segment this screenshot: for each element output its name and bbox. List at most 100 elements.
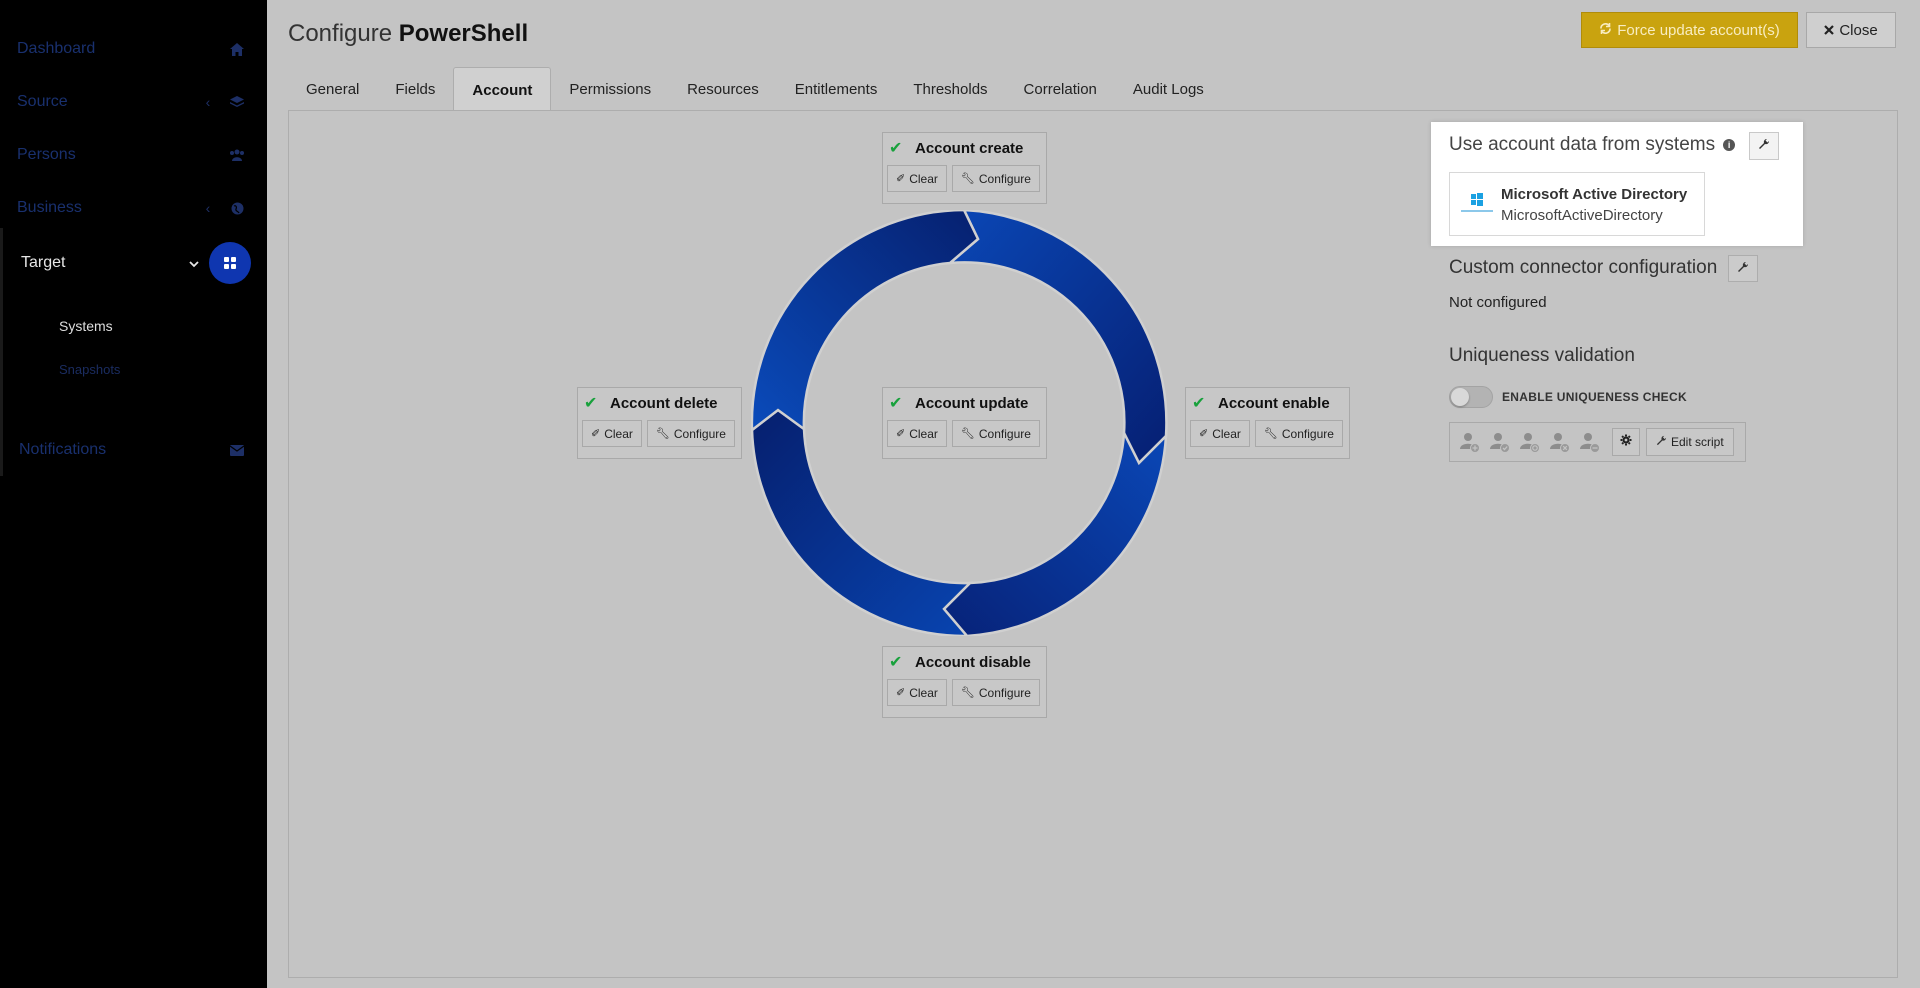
wrench-icon: 🔧︎ — [960, 173, 975, 185]
account-data-title-text: Use account data from systems — [1449, 134, 1716, 155]
configure-button[interactable]: 🔧︎ Configure — [1254, 420, 1343, 447]
tab-account[interactable]: Account — [453, 67, 552, 111]
account-data-configure-button[interactable] — [1749, 132, 1779, 160]
edit-script-button[interactable]: Edit script — [1646, 428, 1734, 456]
sidebar-item-dashboard[interactable]: Dashboard — [17, 29, 251, 69]
tab-resources[interactable]: Resources — [669, 67, 777, 110]
configure-label: Configure — [978, 685, 1031, 700]
user-check-icon[interactable] — [1488, 430, 1512, 454]
globe-icon — [223, 202, 251, 215]
sidebar-item-label: Dashboard — [17, 40, 96, 57]
sidebar-item-label: Source — [17, 93, 68, 110]
wrench-icon: 🔧︎ — [1263, 428, 1278, 440]
uniqueness-toggle[interactable] — [1449, 386, 1493, 408]
custom-connector-status: Not configured — [1449, 294, 1547, 311]
tab-bar: General Fields Account Permissions Resou… — [288, 67, 1222, 111]
check-icon: ✔ — [1192, 395, 1206, 412]
sidebar-item-label: Target — [21, 254, 66, 271]
page-title: Configure PowerShell — [288, 20, 528, 48]
force-update-button[interactable]: Force update account(s) — [1581, 12, 1798, 48]
sidebar-item-target[interactable]: Target — [21, 241, 251, 285]
chevron-left-icon: ‹ — [205, 94, 211, 110]
eraser-icon: ✐ — [896, 173, 906, 185]
uniqueness-toggle-label: ENABLE UNIQUENESS CHECK — [1502, 390, 1687, 404]
clear-label: Clear — [909, 171, 938, 186]
uniqueness-title: Uniqueness validation — [1449, 345, 1635, 366]
step-account-delete: ✔ Account delete ✐ Clear 🔧︎ Configure — [577, 387, 742, 459]
sidebar-item-label: Business — [17, 199, 82, 216]
configure-label: Configure — [1281, 426, 1334, 441]
system-name: Microsoft Active Directory — [1501, 186, 1688, 203]
clear-label: Clear — [909, 685, 938, 700]
info-icon[interactable]: i — [1723, 139, 1736, 151]
tab-entitlements[interactable]: Entitlements — [777, 67, 896, 110]
check-icon: ✔ — [889, 395, 903, 412]
page-title-name: PowerShell — [398, 20, 529, 47]
user-sync-icon[interactable] — [1518, 430, 1542, 454]
wrench-icon — [1656, 435, 1667, 449]
edit-script-label: Edit script — [1671, 435, 1724, 449]
refresh-icon — [1599, 22, 1612, 39]
grid-icon — [209, 242, 251, 284]
sidebar-item-label: Persons — [17, 146, 76, 163]
target-indicator — [0, 228, 3, 476]
configure-button[interactable]: 🔧︎ Configure — [646, 420, 735, 447]
sidebar-item-persons[interactable]: Persons — [17, 135, 251, 175]
wrench-icon — [1758, 137, 1770, 155]
tab-permissions[interactable]: Permissions — [551, 67, 669, 110]
configure-button[interactable]: 🔧︎ Configure — [951, 165, 1040, 192]
step-title: Account delete — [610, 394, 718, 412]
sidebar-item-notifications[interactable]: Notifications — [19, 430, 251, 470]
sidebar-item-business[interactable]: Business ‹ — [17, 188, 251, 228]
layers-icon — [223, 95, 251, 109]
toggle-knob — [1451, 388, 1469, 406]
wrench-icon: 🔧︎ — [960, 428, 975, 440]
configure-label: Configure — [673, 426, 726, 441]
close-label: Close — [1839, 21, 1878, 39]
check-icon: ✔ — [889, 140, 903, 157]
tab-thresholds[interactable]: Thresholds — [895, 67, 1005, 110]
main-content: Configure PowerShell Force update accoun… — [267, 0, 1920, 988]
settings-button[interactable] — [1612, 428, 1640, 456]
configure-label: Configure — [978, 171, 1031, 186]
user-add-icon[interactable] — [1458, 430, 1482, 454]
close-button[interactable]: Close — [1806, 12, 1896, 48]
user-remove-icon[interactable] — [1548, 430, 1572, 454]
clear-button[interactable]: ✐ Clear — [887, 679, 947, 706]
check-icon: ✔ — [889, 654, 903, 671]
clear-label: Clear — [909, 426, 938, 441]
sidebar-subitem-systems[interactable]: Systems — [59, 318, 113, 334]
user-minus-icon[interactable] — [1578, 430, 1602, 454]
clear-button[interactable]: ✐ Clear — [582, 420, 642, 447]
step-title: Account create — [915, 139, 1024, 157]
step-title: Account disable — [915, 653, 1031, 671]
eraser-icon: ✐ — [896, 687, 906, 699]
clear-label: Clear — [604, 426, 633, 441]
eraser-icon: ✐ — [896, 428, 906, 440]
clear-button[interactable]: ✐ Clear — [1190, 420, 1250, 447]
chevron-left-icon: ‹ — [205, 200, 211, 216]
configure-button[interactable]: 🔧︎ Configure — [951, 420, 1040, 447]
tab-general[interactable]: General — [288, 67, 377, 110]
system-card[interactable]: Microsoft Active Directory MicrosoftActi… — [1449, 172, 1705, 236]
tab-fields[interactable]: Fields — [377, 67, 453, 110]
step-account-create: ✔ Account create ✐ Clear 🔧︎ Configure — [882, 132, 1047, 204]
step-title: Account enable — [1218, 394, 1330, 412]
chevron-down-icon — [179, 255, 209, 271]
check-icon: ✔ — [584, 395, 598, 412]
custom-connector-configure-button[interactable] — [1728, 255, 1758, 282]
configure-button[interactable]: 🔧︎ Configure — [951, 679, 1040, 706]
clear-button[interactable]: ✐ Clear — [887, 420, 947, 447]
sidebar-subitem-snapshots[interactable]: Snapshots — [59, 362, 120, 377]
eraser-icon: ✐ — [1199, 428, 1209, 440]
envelope-icon — [223, 444, 251, 456]
sidebar-item-label: Notifications — [19, 441, 107, 458]
tab-audit-logs[interactable]: Audit Logs — [1115, 67, 1222, 110]
clear-label: Clear — [1212, 426, 1241, 441]
page-title-prefix: Configure — [288, 20, 393, 47]
clear-button[interactable]: ✐ Clear — [887, 165, 947, 192]
tab-correlation[interactable]: Correlation — [1006, 67, 1115, 110]
sidebar: Dashboard Source ‹ Persons Business ‹ Ta… — [0, 0, 267, 988]
sidebar-item-source[interactable]: Source ‹ — [17, 82, 251, 122]
configure-label: Configure — [978, 426, 1031, 441]
